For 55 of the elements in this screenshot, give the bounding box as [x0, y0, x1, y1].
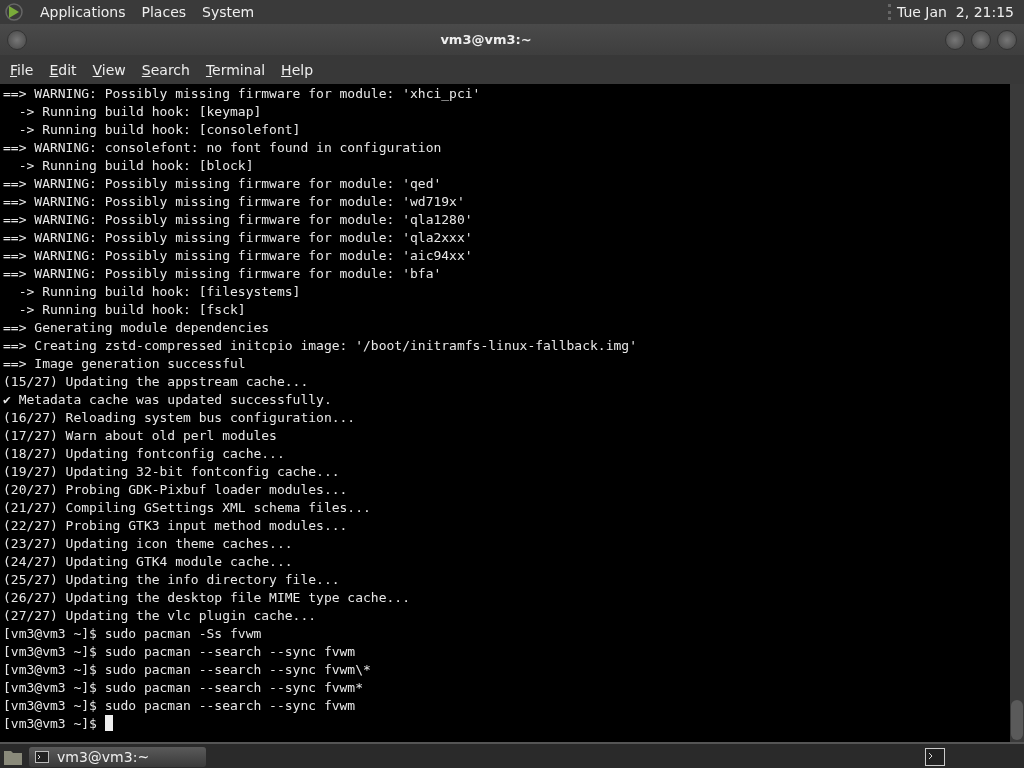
- terminal-line: ==> WARNING: Possibly missing firmware for module: 'wd719x': [3, 193, 465, 211]
- terminal-line: (22/27) Probing GTK3 input method modules...: [3, 517, 348, 535]
- terminal-line: ==> Generating module dependencies: [3, 319, 270, 337]
- taskbar-task[interactable]: vm3@vm3:~: [29, 747, 206, 767]
- clock[interactable]: Tue Jan 2, 21:15: [888, 4, 1020, 20]
- terminal-line: ==> Creating zstd-compressed initcpio image: '/boot/initramfs-linux-fallback.img': [3, 337, 637, 355]
- folder-icon[interactable]: [3, 748, 23, 766]
- terminal-line: [vm3@vm3 ~]$ sudo pacman --search --sync fvwm*: [3, 679, 364, 697]
- terminal-line: -> Running build hook: [consolefont]: [17, 121, 301, 139]
- terminal-line: ==> WARNING: Possibly missing firmware for module: 'aic94xx': [3, 247, 473, 265]
- terminal-line: -> Running build hook: [keymap]: [17, 103, 262, 121]
- terminal-icon[interactable]: [925, 748, 945, 766]
- terminal-line: (24/27) Updating GTK4 module cache...: [3, 553, 293, 571]
- panel-menu[interactable]: Applications: [32, 4, 134, 20]
- terminal-line: ==> WARNING: consolefont: no font found in configuration: [3, 139, 442, 157]
- terminal-line: ✔ Metadata cache was updated successfully.: [3, 391, 332, 409]
- terminal-line: (26/27) Updating the desktop file MIME type cache...: [3, 589, 410, 607]
- terminal-line: (25/27) Updating the info directory file...: [3, 571, 340, 589]
- terminal-line: (27/27) Updating the vlc plugin cache...: [3, 607, 317, 625]
- terminal-line: [vm3@vm3 ~]$ sudo pacman --search --sync fvwm: [3, 643, 356, 661]
- terminal-line: (16/27) Reloading system bus configuration...: [3, 409, 356, 427]
- terminal-line: ==> WARNING: Possibly missing firmware for module: 'qla1280': [3, 211, 473, 229]
- window-title: vm3@vm3:~: [439, 32, 533, 47]
- terminal-line: (18/27) Updating fontconfig cache...: [3, 445, 285, 463]
- terminal-line: (21/27) Compiling GSettings XML schema files...: [3, 499, 371, 517]
- terminal-line: [vm3@vm3 ~]$ sudo pacman --search --sync fvwm: [3, 697, 356, 715]
- terminal-line: (19/27) Updating 32-bit fontconfig cache...: [3, 463, 340, 481]
- terminal-line: [vm3@vm3 ~]$: [3, 716, 98, 731]
- terminal-line: ==> WARNING: Possibly missing firmware for module: 'xhci_pci': [3, 85, 481, 103]
- menu-item[interactable]: Search: [133, 61, 198, 78]
- text-cursor: [104, 715, 113, 731]
- scrollbar-thumb[interactable]: [1011, 700, 1023, 740]
- logo-icon[interactable]: [4, 2, 24, 22]
- terminal-line: (17/27) Warn about old perl modules: [3, 427, 277, 445]
- terminal-line: (20/27) Probing GDK-Pixbuf loader modules...: [3, 481, 348, 499]
- terminal-line: -> Running build hook: [filesystems]: [17, 283, 301, 301]
- terminal-line: [vm3@vm3 ~]$ sudo pacman --search --sync fvwm\*: [3, 661, 371, 679]
- terminal-line: ==> WARNING: Possibly missing firmware for module: 'qed': [3, 175, 442, 193]
- terminal-line: (23/27) Updating icon theme caches...: [3, 535, 293, 553]
- menu-item[interactable]: Terminal: [197, 61, 274, 78]
- menu-item[interactable]: View: [84, 61, 134, 78]
- panel-menu[interactable]: Places: [133, 4, 195, 20]
- terminal-icon: [35, 751, 49, 763]
- terminal-line: -> Running build hook: [block]: [17, 157, 254, 175]
- terminal-line: ==> Image generation successful: [3, 355, 246, 373]
- menu-item[interactable]: File: [2, 61, 42, 78]
- panel-menu[interactable]: System: [194, 4, 263, 20]
- terminal-line: -> Running build hook: [fsck]: [17, 301, 246, 319]
- terminal-line: ==> WARNING: Possibly missing firmware for module: 'bfa': [3, 265, 442, 283]
- terminal-line: [vm3@vm3 ~]$ sudo pacman -Ss fvwm: [3, 625, 262, 643]
- terminal-line: (15/27) Updating the appstream cache...: [3, 373, 309, 391]
- terminal-line: ==> WARNING: Possibly missing firmware for module: 'qla2xxx': [3, 229, 473, 247]
- menu-item[interactable]: Edit: [41, 61, 85, 78]
- scrollbar[interactable]: [1010, 84, 1024, 742]
- menu-item[interactable]: Help: [273, 61, 322, 78]
